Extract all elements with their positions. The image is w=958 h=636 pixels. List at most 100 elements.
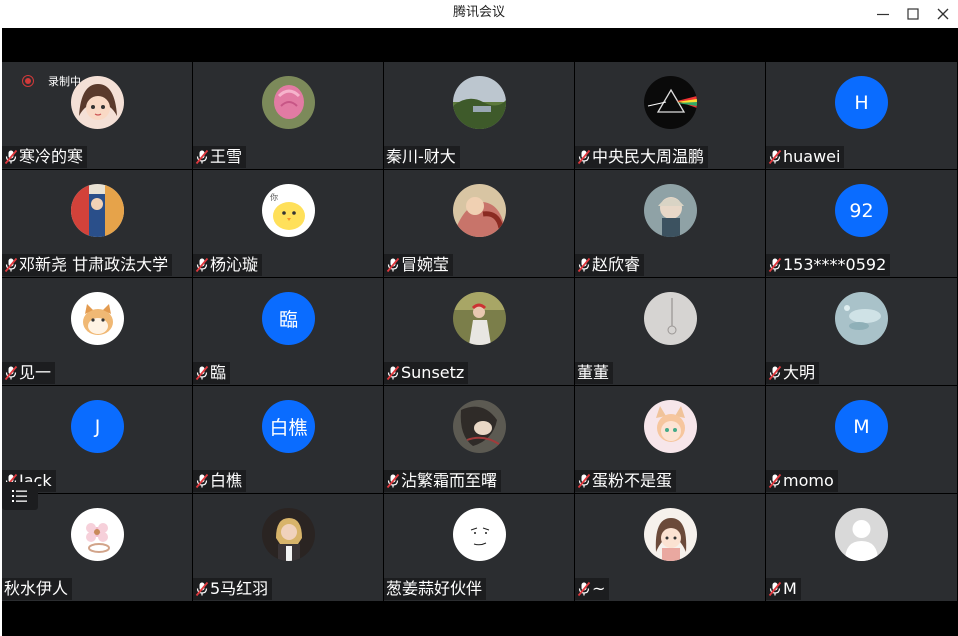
grey-wall-avatar <box>644 292 697 345</box>
participant-tile[interactable]: J Jack <box>2 386 192 493</box>
participant-name-bar: 杨沁璇 <box>193 254 263 276</box>
participant-name-bar: 蛋粉不是蛋 <box>575 470 677 492</box>
mic-muted-icon <box>768 149 782 165</box>
shiba-dog-avatar <box>71 292 124 345</box>
participant-tile[interactable]: M <box>766 494 957 601</box>
anime-boy-avatar <box>644 184 697 237</box>
mic-muted-icon <box>195 473 209 489</box>
participant-tile[interactable]: 秦川-财大 <box>384 62 574 169</box>
landscape-avatar <box>453 76 506 129</box>
svg-text:你: 你 <box>270 192 278 202</box>
anime-figure-avatar <box>453 400 506 453</box>
participant-tile[interactable]: 邓新尧 甘肃政法大学 <box>2 170 192 277</box>
participant-name: 中央民大周温鹏 <box>592 147 705 166</box>
participant-name: 沾繁霜而至曙 <box>401 471 498 490</box>
participant-name: 董董 <box>577 363 610 382</box>
participant-tile[interactable]: 5马红羽 <box>193 494 383 601</box>
mic-muted-icon <box>4 149 18 165</box>
participant-tile[interactable]: 白樵 白樵 <box>193 386 383 493</box>
participant-tile[interactable]: 中央民大周温鹏 <box>575 62 765 169</box>
participant-name: 邓新尧 甘肃政法大学 <box>19 255 169 274</box>
participant-tile[interactable]: 王雪 <box>193 62 383 169</box>
close-button[interactable] <box>928 0 958 28</box>
participant-tile[interactable]: 董董 <box>575 278 765 385</box>
participant-name: 蛋粉不是蛋 <box>592 471 673 490</box>
participant-tile[interactable]: 见一 <box>2 278 192 385</box>
participant-tile[interactable]: 冒婉莹 <box>384 170 574 277</box>
participant-name-bar: 葱姜蒜好伙伴 <box>384 578 487 600</box>
participant-name-bar: 5马红羽 <box>193 578 273 600</box>
participant-tile[interactable]: ~ <box>575 494 765 601</box>
participant-name-bar: 秋水伊人 <box>2 578 73 600</box>
mic-muted-icon <box>768 581 782 597</box>
participant-tile[interactable]: 大明 <box>766 278 957 385</box>
participant-name-bar: 冒婉莹 <box>384 254 454 276</box>
participant-name-bar: 王雪 <box>193 146 247 168</box>
default-user-avatar <box>835 508 888 561</box>
colorful-photo-avatar <box>71 184 124 237</box>
participant-name-bar: 白樵 <box>193 470 247 492</box>
participant-name-bar: 见一 <box>2 362 56 384</box>
participant-name-bar: 寒冷的寒 <box>2 146 88 168</box>
participant-tile[interactable]: 你杨沁璇 <box>193 170 383 277</box>
participant-tile[interactable]: 臨臨 <box>193 278 383 385</box>
participant-tile[interactable]: Hhuawei <box>766 62 957 169</box>
participant-name: 秦川-财大 <box>386 147 456 166</box>
illustrated-girl-avatar <box>644 508 697 561</box>
person-photo-avatar <box>453 292 506 345</box>
participant-name-bar: 秦川-财大 <box>384 146 460 168</box>
window-title: 腾讯会议 <box>452 5 505 20</box>
blonde-woman-avatar <box>262 508 315 561</box>
participant-name-bar: 153****0592 <box>766 254 891 276</box>
participant-tile[interactable]: Sunsetz <box>384 278 574 385</box>
mic-muted-icon <box>768 257 782 273</box>
mic-muted-icon <box>577 473 591 489</box>
participant-name: momo <box>783 471 834 490</box>
letter-avatar: 92 <box>835 184 888 237</box>
participant-tile[interactable]: 葱姜蒜好伙伴 <box>384 494 574 601</box>
participant-name: 冒婉莹 <box>401 255 450 274</box>
maximize-icon <box>907 8 919 20</box>
participant-name: ~ <box>592 579 606 598</box>
participant-tile[interactable]: 沾繁霜而至曙 <box>384 386 574 493</box>
participant-name: 臨 <box>210 363 227 382</box>
participant-name-bar: 大明 <box>766 362 820 384</box>
participant-grid: 寒冷的寒 王雪 秦川-财大 中央民大周温鹏 Hhuawei 邓新尧 甘肃政法大学你杨沁璇冒… <box>2 62 958 602</box>
participant-name: huawei <box>783 147 841 166</box>
participant-name: 5马红羽 <box>210 579 269 598</box>
yellow-chick-avatar: 你 <box>262 184 315 237</box>
letter-avatar: M <box>835 400 888 453</box>
list-icon <box>12 490 27 502</box>
participant-tile[interactable]: 92 153****0592 <box>766 170 957 277</box>
flower-ring-avatar <box>71 508 124 561</box>
participant-name: 秋水伊人 <box>4 579 69 598</box>
mic-muted-icon <box>386 257 400 273</box>
painting-avatar <box>453 184 506 237</box>
pink-flower-avatar <box>262 76 315 129</box>
letter-avatar: 臨 <box>262 292 315 345</box>
mic-muted-icon <box>195 365 209 381</box>
participant-tile[interactable]: 赵欣睿 <box>575 170 765 277</box>
letter-avatar: J <box>71 400 124 453</box>
mic-muted-icon <box>195 581 209 597</box>
minimize-button[interactable] <box>868 0 898 28</box>
participant-list-button[interactable] <box>2 482 38 510</box>
mic-muted-icon <box>195 257 209 273</box>
record-icon <box>22 75 34 87</box>
letter-avatar: H <box>835 76 888 129</box>
participant-tile[interactable]: 蛋粉不是蛋 <box>575 386 765 493</box>
participant-name-bar: 邓新尧 甘肃政法大学 <box>2 254 173 276</box>
participant-name-bar: 中央民大周温鹏 <box>575 146 709 168</box>
participant-name-bar: Sunsetz <box>384 362 469 384</box>
letter-avatar: 白樵 <box>262 400 315 453</box>
participant-name-bar: 赵欣睿 <box>575 254 645 276</box>
participant-name-bar: momo <box>766 470 838 492</box>
participant-name: M <box>783 579 797 598</box>
anime-catgirl-avatar <box>644 400 697 453</box>
maximize-button[interactable] <box>898 0 928 28</box>
mic-muted-icon <box>195 149 209 165</box>
participant-name: Sunsetz <box>401 363 465 382</box>
participant-name: 白樵 <box>210 471 243 490</box>
participant-tile[interactable]: Mmomo <box>766 386 957 493</box>
participant-tile[interactable]: 秋水伊人 <box>2 494 192 601</box>
